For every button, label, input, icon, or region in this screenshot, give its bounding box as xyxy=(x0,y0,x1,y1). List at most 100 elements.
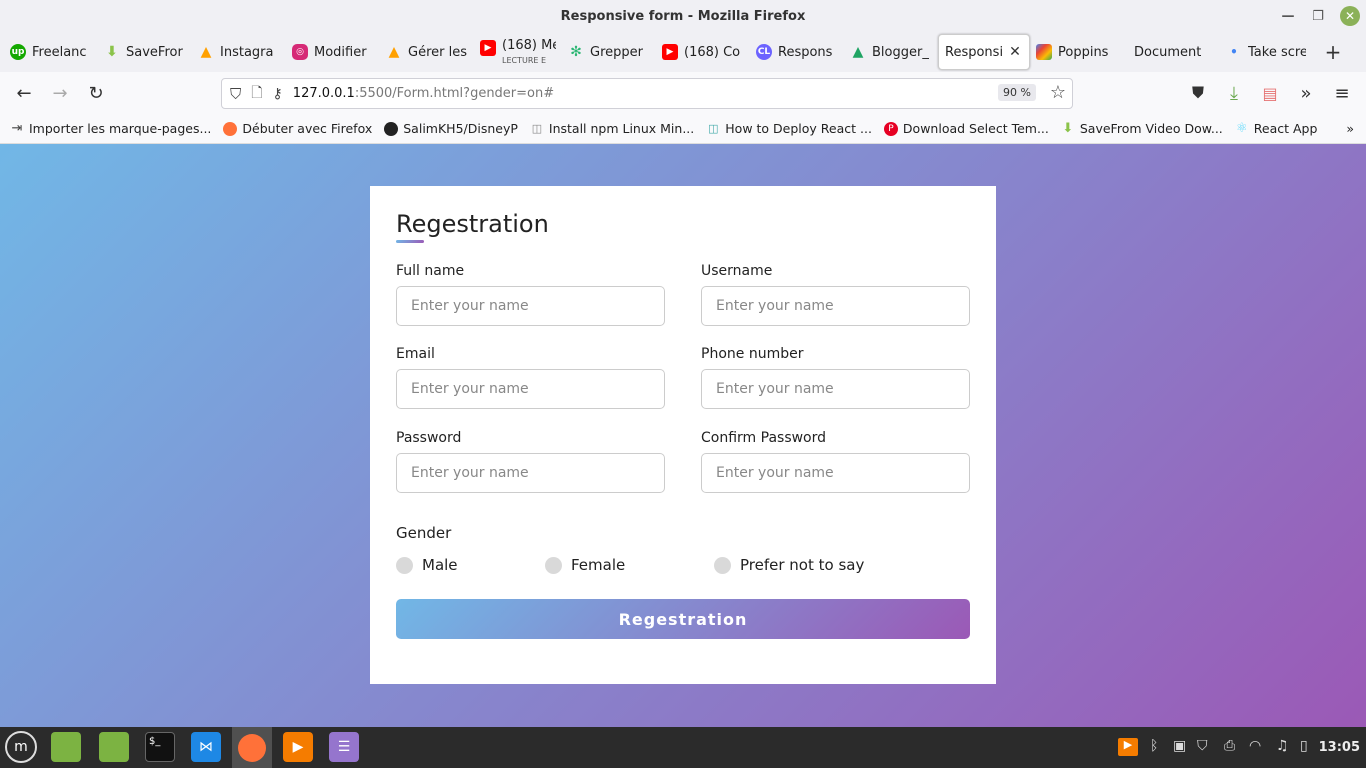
tab-poppins[interactable]: Poppins xyxy=(1030,34,1124,70)
username-input[interactable] xyxy=(701,286,970,326)
full-name-input[interactable] xyxy=(396,286,665,326)
bookmark-label: How to Deploy React ... xyxy=(725,121,872,136)
url-path: :5500/Form.html?gender=on# xyxy=(354,86,555,101)
tab-youtube-playing[interactable]: ▶ (168) Me LECTURE E xyxy=(474,34,562,70)
menu-hamburger-icon[interactable]: ≡ xyxy=(1328,79,1356,107)
extension-icon[interactable]: ▤ xyxy=(1256,79,1284,107)
tab-modifier[interactable]: ◎ Modifier xyxy=(286,34,380,70)
bookmark-github[interactable]: SalimKH5/DisneyP xyxy=(384,121,518,136)
tab-document[interactable]: Document xyxy=(1124,34,1216,70)
wifi-icon[interactable]: ◠ xyxy=(1249,738,1261,754)
sound-icon[interactable]: ♫ xyxy=(1276,738,1289,754)
window-title: Responsive form - Mozilla Firefox xyxy=(560,8,806,24)
password-input[interactable] xyxy=(396,453,665,493)
bookmark-react-app[interactable]: ⚛ React App xyxy=(1235,121,1317,136)
bookmark-deploy-react[interactable]: ◫ How to Deploy React ... xyxy=(706,121,872,136)
tab-grepper[interactable]: ✻ Grepper xyxy=(562,34,656,70)
gender-option-female[interactable]: Female xyxy=(545,556,625,574)
clock[interactable]: 13:05 xyxy=(1319,740,1360,755)
tab-strip: up Freelanc ⬇ SaveFror ▲ Instagra ◎ Modifier… xyxy=(0,32,1366,72)
files-icon[interactable] xyxy=(99,732,129,762)
radio-dot[interactable] xyxy=(545,556,562,574)
new-tab-icon[interactable]: + xyxy=(1318,40,1348,64)
close-window-icon[interactable]: ✕ xyxy=(1340,6,1360,26)
phone-label: Phone number xyxy=(701,346,804,362)
tab-responsive-active[interactable]: Responsi ✕ xyxy=(938,34,1030,70)
bookmark-savefrom[interactable]: ⬇ SaveFrom Video Dow... xyxy=(1061,121,1223,136)
page-icon[interactable]: 🗋 xyxy=(251,82,262,106)
media-tray-icon[interactable]: ▶ xyxy=(1118,738,1138,756)
minimize-icon[interactable]: — xyxy=(1278,6,1298,26)
bookmark-import[interactable]: ⇥ Importer les marque-pages... xyxy=(10,121,212,136)
bluetooth-icon[interactable]: ᛒ xyxy=(1150,738,1158,754)
gender-title: Gender xyxy=(396,524,452,542)
url-bar[interactable]: ⛉ 🗋 ⚷ 127.0.0.1:5500/Form.html?gender=on… xyxy=(221,78,1073,109)
clipboard-icon[interactable]: ▣ xyxy=(1173,738,1186,754)
tab-instagram[interactable]: ▲ Instagra xyxy=(192,34,286,70)
download-arrow-icon: ⬇ xyxy=(1062,121,1074,136)
printer-icon[interactable]: ⎙ xyxy=(1224,738,1235,754)
email-input[interactable] xyxy=(396,369,665,409)
google-drive-icon: ▲ xyxy=(852,44,864,60)
grepper-icon: ✻ xyxy=(570,44,582,60)
forward-icon[interactable]: → xyxy=(46,79,74,107)
gender-option-prefer-not[interactable]: Prefer not to say xyxy=(714,556,864,574)
text-editor-icon[interactable]: ☰ xyxy=(329,732,359,762)
show-desktop-icon[interactable] xyxy=(51,732,81,762)
vscode-icon[interactable]: ⋈ xyxy=(191,732,221,762)
tab-gerer[interactable]: ▲ Gérer les xyxy=(380,34,474,70)
bookmark-firefox[interactable]: Débuter avec Firefox xyxy=(223,121,372,136)
tab-freelancer[interactable]: up Freelanc xyxy=(4,34,98,70)
mint-menu-icon[interactable]: m xyxy=(5,731,37,763)
bookmark-star-icon[interactable]: ☆ xyxy=(1050,82,1066,103)
more-tools-icon[interactable]: » xyxy=(1292,79,1320,107)
gender-option-male[interactable]: Male xyxy=(396,556,458,574)
tab-take-screenshot[interactable]: • Take scre xyxy=(1216,34,1312,70)
maximize-icon[interactable]: ❐ xyxy=(1308,6,1328,26)
bookmark-pinterest[interactable]: P Download Select Tem... xyxy=(883,121,1049,136)
tab-label: Responsi xyxy=(945,44,1004,60)
phone-input[interactable] xyxy=(701,369,970,409)
tab-savefrom[interactable]: ⬇ SaveFror xyxy=(98,34,192,70)
url-host: 127.0.0.1 xyxy=(292,86,355,101)
tab-youtube[interactable]: ▶ (168) Co xyxy=(656,34,750,70)
close-tab-icon[interactable]: ✕ xyxy=(1009,44,1021,60)
bookmark-label: SalimKH5/DisneyP xyxy=(403,121,518,136)
media-player-icon[interactable]: ▶ xyxy=(283,732,313,762)
bookmark-npm[interactable]: ◫ Install npm Linux Min... xyxy=(530,121,695,136)
shield-tray-icon[interactable]: ⛉ xyxy=(1197,738,1208,754)
full-name-label: Full name xyxy=(396,263,465,279)
tab-blogger[interactable]: ▲ Blogger_ xyxy=(844,34,938,70)
codinglab-icon: CL xyxy=(756,44,772,60)
tab-label: Poppins xyxy=(1058,44,1109,60)
google-fonts-icon xyxy=(1036,44,1052,60)
tab-label: (168) Co xyxy=(684,44,741,60)
pinterest-icon: P xyxy=(883,121,898,136)
radio-dot[interactable] xyxy=(396,556,413,574)
pocket-icon[interactable]: ⛊ xyxy=(1184,79,1212,107)
back-icon[interactable]: ← xyxy=(10,79,38,107)
bookmarks-overflow-icon[interactable]: » xyxy=(1346,121,1354,136)
radio-label: Male xyxy=(422,556,458,574)
username-label: Username xyxy=(701,263,773,279)
radio-dot[interactable] xyxy=(714,556,731,574)
registration-submit-button[interactable]: Regestration xyxy=(396,599,970,639)
bookmark-label: SaveFrom Video Dow... xyxy=(1079,121,1223,136)
tab-label: Blogger_ xyxy=(872,44,929,60)
bookmark-label: Importer les marque-pages... xyxy=(29,121,212,136)
zoom-level[interactable]: 90 % xyxy=(998,84,1036,101)
tab-label: Respons xyxy=(778,44,833,60)
battery-icon[interactable]: ▯ xyxy=(1300,738,1308,754)
tab-label: Take scre xyxy=(1248,44,1306,60)
tab-label: SaveFror xyxy=(126,44,183,60)
firefox-taskbar-button[interactable] xyxy=(232,727,272,768)
confirm-password-input[interactable] xyxy=(701,453,970,493)
terminal-icon[interactable]: $_ xyxy=(145,732,175,762)
shield-icon[interactable]: ⛉ xyxy=(230,85,241,103)
tab-codinglab[interactable]: CL Respons xyxy=(750,34,844,70)
form-title: Regestration xyxy=(396,210,549,238)
tab-label: Gérer les xyxy=(408,44,467,60)
key-icon[interactable]: ⚷ xyxy=(273,86,283,102)
downloads-icon[interactable]: ⤓ xyxy=(1220,79,1248,107)
reload-icon[interactable]: ↻ xyxy=(82,79,110,107)
